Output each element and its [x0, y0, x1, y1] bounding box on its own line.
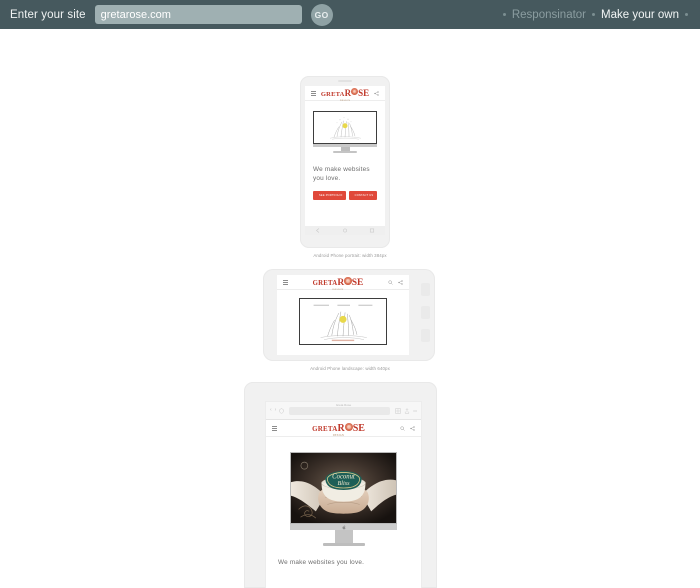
site-render-phone: GRETAR SE DESIGN We make websites you lo… [305, 86, 385, 227]
browser-back-button[interactable]: ‹ [270, 408, 272, 413]
rose-logo-icon [344, 422, 353, 431]
rose-logo-icon [351, 88, 359, 96]
caption-phone-portrait: Android Phone portrait: width 384px [313, 253, 387, 258]
site-header: GRETAR SE DESIGN [266, 420, 421, 437]
site-headline: We make websites you love. [313, 165, 370, 183]
hamburger-icon[interactable] [283, 279, 288, 285]
monitor-neck [340, 146, 350, 151]
monitor-base [333, 150, 357, 153]
site-header: GRETAR SE DESIGN [305, 86, 385, 102]
monitor-screen [313, 111, 377, 144]
share-icon[interactable] [410, 425, 415, 431]
share-icon[interactable] [404, 407, 410, 414]
share-icon[interactable] [398, 279, 403, 285]
browser-tabs-button[interactable]: ▭ [413, 408, 417, 413]
monitor-neck [334, 530, 353, 543]
coconut-bliss-photo: Coconut Bliss [291, 453, 396, 523]
enter-site-label: Enter your site [10, 8, 86, 21]
splash-illustration [315, 113, 375, 142]
android-nav-bar [305, 226, 385, 235]
hamburger-icon[interactable] [272, 425, 277, 431]
device-canvas: GRETAR SE DESIGN We make websites you lo… [0, 29, 700, 588]
phone-viewport[interactable]: GRETAR SE DESIGN We make websites you lo… [305, 86, 385, 227]
splash-illustration [301, 300, 385, 343]
nav-link-responsinator[interactable]: Responsinator [506, 9, 592, 21]
recents-icon[interactable] [369, 228, 375, 233]
site-header-icons [400, 425, 415, 431]
browser-chrome: Greta Rose ‹ › ▭ [266, 402, 421, 420]
site-logo[interactable]: GRETAR SE DESIGN [313, 275, 363, 291]
device-phone-portrait: GRETAR SE DESIGN We make websites you lo… [300, 76, 390, 248]
imac-mockup [313, 111, 377, 153]
top-bar-nav: Responsinator Make your own [502, 9, 690, 21]
phone-earpiece [338, 80, 352, 82]
cta-row: SEE PORTFOLIO CONTACT US [305, 184, 385, 200]
monitor-chin [290, 524, 397, 530]
go-button[interactable]: GO [310, 3, 333, 26]
search-icon[interactable] [400, 425, 405, 431]
browser-title: Greta Rose [335, 403, 352, 407]
site-render-desktop: GRETAR SE DESIGN Coconut Bliss We make w… [266, 420, 421, 588]
site-header-icons [374, 90, 379, 96]
rose-logo-icon [344, 277, 352, 285]
site-header: GRETAR SE DESIGN [277, 275, 409, 291]
side-key[interactable] [421, 329, 430, 342]
home-icon[interactable] [342, 228, 348, 233]
side-key[interactable] [421, 306, 430, 319]
share-icon[interactable] [374, 90, 379, 96]
device-desktop: Greta Rose ‹ › ▭ GRETAR SE DESIGN Coconu… [244, 382, 437, 588]
hero-illustration [305, 101, 385, 159]
tablet-side-keys [421, 283, 430, 345]
cta-see-portfolio[interactable]: SEE PORTFOLIO [313, 190, 346, 200]
back-icon[interactable] [315, 228, 321, 233]
hero-label-bottom: Bliss [337, 480, 350, 487]
site-logo[interactable]: GRETAR SE DESIGN [321, 86, 369, 102]
shield-icon [279, 407, 284, 414]
grid-icon[interactable] [395, 407, 401, 414]
imac-mockup [299, 298, 387, 345]
site-url-input[interactable] [94, 5, 302, 24]
nav-separator-dot [685, 13, 688, 16]
tablet-viewport[interactable]: GRETAR SE DESIGN [277, 275, 409, 355]
apple-logo-icon [341, 525, 346, 530]
site-logo[interactable]: GRETAR SE DESIGN [312, 420, 365, 437]
side-key[interactable] [421, 283, 430, 296]
top-bar: Enter your site GO Responsinator Make yo… [0, 0, 700, 29]
monitor-screen: Coconut Bliss [290, 452, 397, 524]
site-headline: We make websites you love. [278, 559, 365, 566]
browser-window: Greta Rose ‹ › ▭ GRETAR SE DESIGN Coconu… [266, 402, 421, 588]
search-icon[interactable] [388, 279, 393, 285]
hero-illustration: Coconut Bliss [266, 437, 421, 546]
monitor-base [322, 543, 365, 546]
hero-illustration [277, 290, 409, 345]
monitor-screen [299, 298, 387, 345]
site-header-icons [388, 279, 403, 285]
browser-url-bar[interactable] [289, 406, 391, 415]
nav-link-make-your-own[interactable]: Make your own [595, 9, 685, 21]
caption-phone-landscape: Android Phone landscape: width 640px [310, 366, 390, 371]
imac-mockup: Coconut Bliss [290, 452, 397, 546]
device-phone-landscape: GRETAR SE DESIGN [263, 269, 435, 361]
cta-contact-us[interactable]: CONTACT US [348, 190, 377, 200]
hamburger-icon[interactable] [311, 90, 316, 96]
browser-forward-button[interactable]: › [275, 408, 277, 413]
site-render-tablet: GRETAR SE DESIGN [277, 275, 409, 355]
